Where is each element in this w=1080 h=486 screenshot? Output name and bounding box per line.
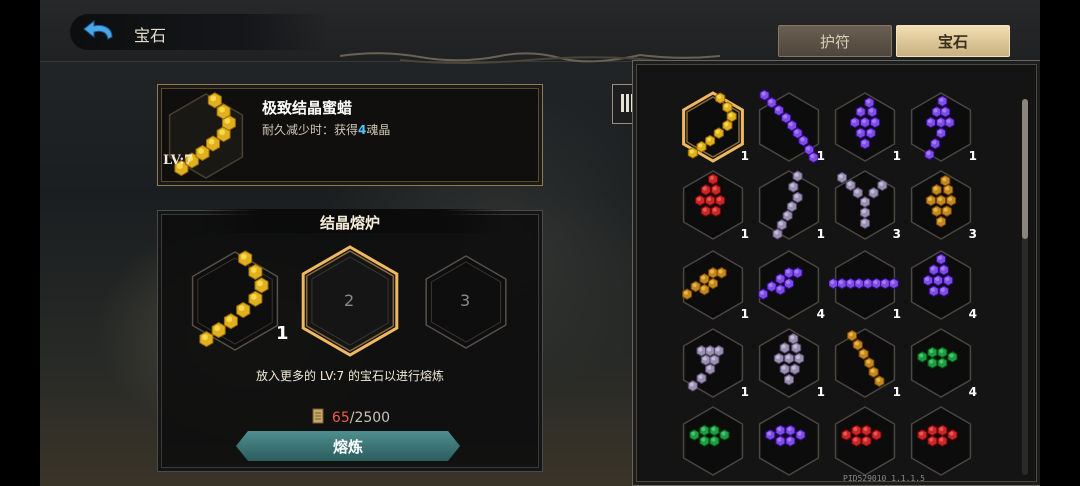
- tab-group: 护符 宝石: [778, 25, 1010, 57]
- gem-count: 3: [892, 227, 901, 241]
- gem-icon: [682, 91, 744, 163]
- gem-icon: [758, 328, 820, 398]
- gem-slot[interactable]: 1: [753, 325, 825, 401]
- gem-icon: [834, 406, 896, 476]
- gem-inventory-panel: 1 1 1 1 1 1 3 3 1 4 1 4 1 1 1 4 PID529010 1.1.1.5: [632, 60, 1040, 486]
- gem-slot[interactable]: 1: [829, 89, 901, 165]
- gem-icon: [834, 328, 896, 398]
- desc-suffix: 魂晶: [366, 123, 391, 137]
- gem-name: 极致结晶蜜蜡: [262, 99, 353, 117]
- slot-3-label: 3: [460, 291, 471, 310]
- gem-count: 1: [892, 385, 901, 399]
- gem-count: 1: [740, 385, 749, 399]
- gem-icon: [828, 250, 899, 320]
- gem-count: 4: [968, 385, 977, 399]
- tab-amulet[interactable]: 护符: [778, 25, 892, 57]
- top-bar: 宝石 护符 宝石: [40, 0, 1040, 64]
- gem-icon: [758, 170, 820, 240]
- gem-count: 4: [968, 307, 977, 321]
- gem-slot[interactable]: 1: [677, 247, 749, 323]
- desc-prefix: 耐久减少时：获得: [262, 123, 359, 137]
- gem-icon: [682, 328, 744, 398]
- page-title: 宝石: [134, 26, 167, 45]
- gem-count: 1: [968, 149, 977, 163]
- gem-count: 1: [816, 149, 825, 163]
- gem-count: 1: [740, 227, 749, 241]
- gem-slot[interactable]: 1: [677, 325, 749, 401]
- crystal-furnace-panel: 结晶熔炉 1 2 3 放入更多的 LV:7 的宝石以进行熔炼 65/2500 熔…: [157, 209, 543, 472]
- cost-current: 65: [331, 410, 350, 426]
- cost-max: /2500: [349, 410, 391, 426]
- gem-icon: [910, 92, 972, 162]
- gem-count: 4: [816, 307, 825, 321]
- furnace-slot-1[interactable]: [184, 245, 286, 357]
- gem-slot[interactable]: 1: [905, 89, 977, 165]
- gem-slot[interactable]: [677, 403, 749, 479]
- gem-count: 1: [892, 307, 901, 321]
- gem-icon: [834, 170, 896, 240]
- gem-count: 1: [740, 307, 749, 321]
- gem-slot[interactable]: 1: [677, 167, 749, 243]
- gem-slot[interactable]: 4: [905, 325, 977, 401]
- gem-slot[interactable]: [829, 403, 901, 479]
- smelt-button[interactable]: 熔炼: [236, 431, 460, 461]
- gem-icon: [682, 250, 744, 320]
- gem-level-label: LV:7: [163, 153, 194, 168]
- gem-slot[interactable]: 1: [828, 247, 901, 323]
- gem-description: 耐久减少时：获得4魂晶: [262, 121, 390, 138]
- gem-count: 1: [740, 149, 749, 163]
- inventory-scrollbar[interactable]: [1022, 99, 1028, 475]
- gem-slot[interactable]: 4: [753, 247, 825, 323]
- gem-icon: [910, 406, 972, 476]
- gem-count: 1: [816, 385, 825, 399]
- slot-2-label: 2: [344, 291, 355, 310]
- gem-icon: [682, 406, 744, 476]
- slot-1-count: 1: [276, 323, 289, 344]
- gem-slot[interactable]: 4: [905, 247, 977, 323]
- gem-icon: [834, 92, 896, 162]
- gem-slot[interactable]: 3: [829, 167, 901, 243]
- gem-thumbnail: [168, 92, 244, 179]
- gem-icon: [682, 170, 744, 240]
- gem-icon: [758, 89, 820, 164]
- gem-icon: [910, 170, 972, 240]
- build-id: PID529010 1.1.1.5: [843, 474, 925, 483]
- scroll-currency-icon: [312, 408, 324, 424]
- back-arrow-icon: [83, 19, 113, 40]
- scrollbar-thumb[interactable]: [1022, 99, 1028, 239]
- gem-count: 1: [892, 149, 901, 163]
- gem-icon: [910, 328, 972, 398]
- gem-count: 1: [816, 227, 825, 241]
- tab-gem[interactable]: 宝石: [896, 25, 1010, 57]
- back-button[interactable]: [78, 16, 122, 48]
- furnace-title: 结晶熔炉: [319, 214, 380, 232]
- smelt-cost: 65/2500: [158, 407, 542, 426]
- gem-slot[interactable]: 1: [753, 167, 825, 243]
- gem-slot[interactable]: [753, 403, 825, 479]
- gem-slot[interactable]: 3: [905, 167, 977, 243]
- game-screen: 宝石 护符 宝石 LV:7 极致结晶蜜蜡 耐久减少时：获得4魂晶 结晶熔炉 1 …: [40, 0, 1040, 486]
- gem-slot[interactable]: 1: [677, 89, 749, 165]
- gem-count: 3: [968, 227, 977, 241]
- smelt-hint: 放入更多的 LV:7 的宝石以进行熔炼: [256, 369, 444, 383]
- gem-grid: 1 1 1 1 1 1 3 3 1 4 1 4 1 1 1 4: [633, 61, 1040, 485]
- gem-icon: [758, 250, 820, 320]
- gem-slot[interactable]: 1: [829, 325, 901, 401]
- gem-icon: [910, 250, 972, 320]
- selected-gem-card: LV:7 极致结晶蜜蜡 耐久减少时：获得4魂晶: [157, 84, 543, 186]
- gem-icon: [758, 406, 820, 476]
- gem-slot[interactable]: [905, 403, 977, 479]
- gem-slot[interactable]: 1: [753, 89, 825, 165]
